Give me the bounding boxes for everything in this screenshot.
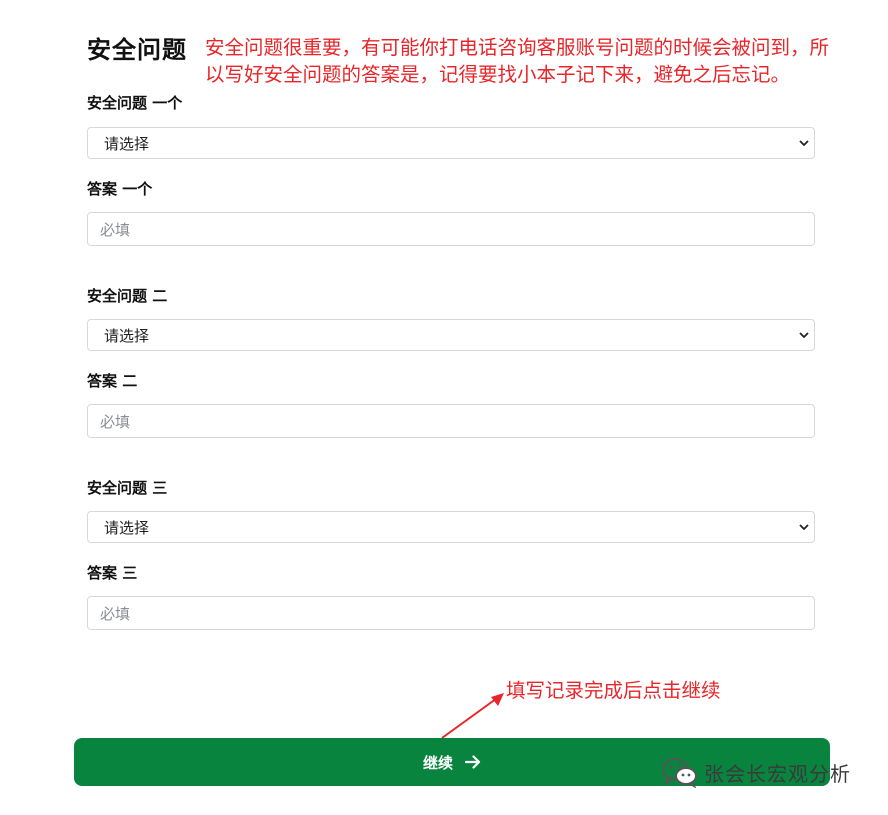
annotation-arrow	[441, 693, 504, 739]
watermark: 张会长宏观分析	[660, 756, 851, 788]
wechat-icon	[662, 758, 697, 788]
watermark-text: 张会长宏观分析	[704, 761, 851, 786]
continue-button-label: 继续	[422, 753, 453, 772]
arrow-right-icon	[465, 755, 481, 769]
